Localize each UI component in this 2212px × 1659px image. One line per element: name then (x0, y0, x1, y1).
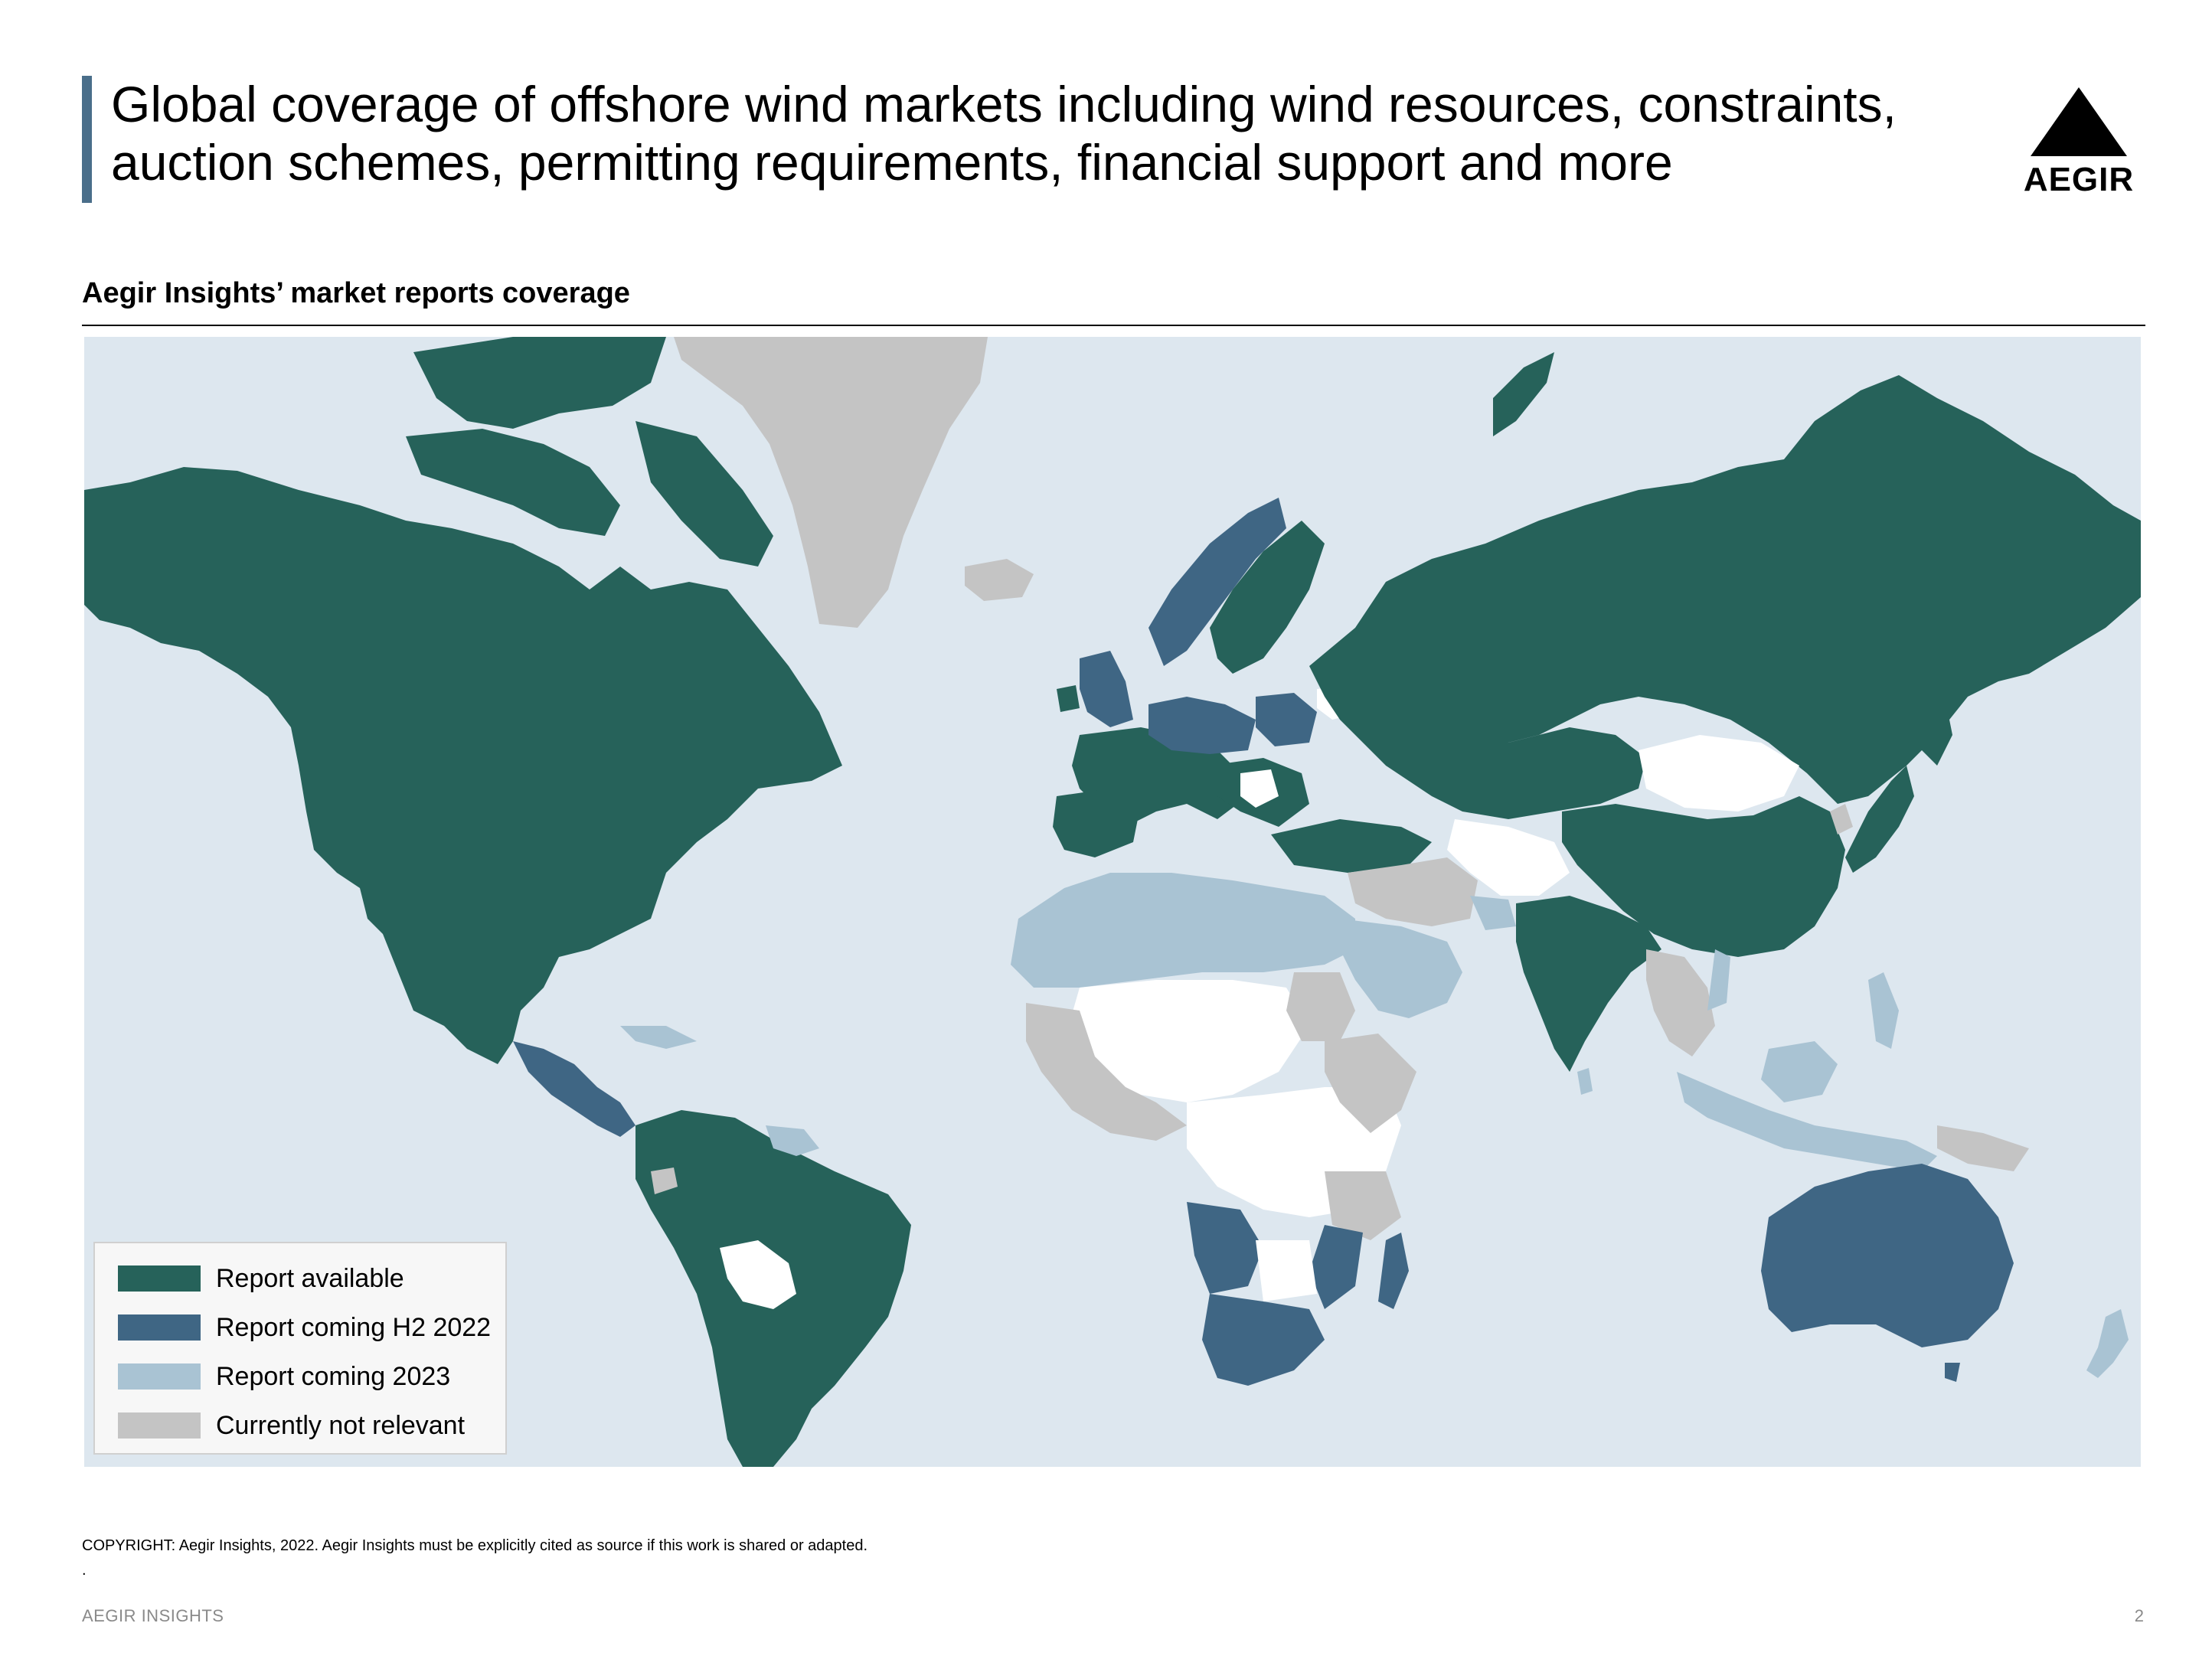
legend-swatch-currently-not-relevant (118, 1412, 201, 1439)
legend-label: Report coming 2023 (216, 1361, 451, 1391)
page-number: 2 (2134, 1606, 2144, 1625)
page-title: Global coverage of offshore wind markets… (111, 75, 1987, 191)
legend-item-report-coming-h2-2022: Report coming H2 2022 (118, 1312, 491, 1343)
section-divider (82, 325, 2145, 326)
page-title-line-2: auction schemes, permitting requirements… (111, 134, 1673, 191)
legend-label: Report available (216, 1263, 404, 1293)
map-legend: Report available Report coming H2 2022 R… (93, 1242, 507, 1455)
legend-item-report-coming-2023: Report coming 2023 (118, 1361, 450, 1392)
legend-item-report-available: Report available (118, 1263, 404, 1294)
footer-brand: AEGIR INSIGHTS (82, 1606, 224, 1625)
footnote-dot: . (82, 1562, 87, 1579)
legend-label: Report coming H2 2022 (216, 1312, 492, 1342)
region-ireland (1057, 685, 1080, 712)
title-accent-bar (82, 76, 92, 203)
legend-swatch-report-coming-2023 (118, 1363, 201, 1390)
aegir-logo-text: AEGIR (2023, 161, 2135, 198)
page-title-line-1: Global coverage of offshore wind markets… (111, 76, 1897, 132)
legend-swatch-report-coming-h2-2022 (118, 1314, 201, 1341)
copyright-notice: COPYRIGHT: Aegir Insights, 2022. Aegir I… (82, 1537, 868, 1554)
legend-label: Currently not relevant (216, 1410, 466, 1440)
region-zambia (1256, 1240, 1317, 1301)
legend-swatch-report-available (118, 1265, 201, 1292)
legend-item-currently-not-relevant: Currently not relevant (118, 1410, 465, 1441)
section-subtitle: Aegir Insights’ market reports coverage (82, 277, 630, 309)
